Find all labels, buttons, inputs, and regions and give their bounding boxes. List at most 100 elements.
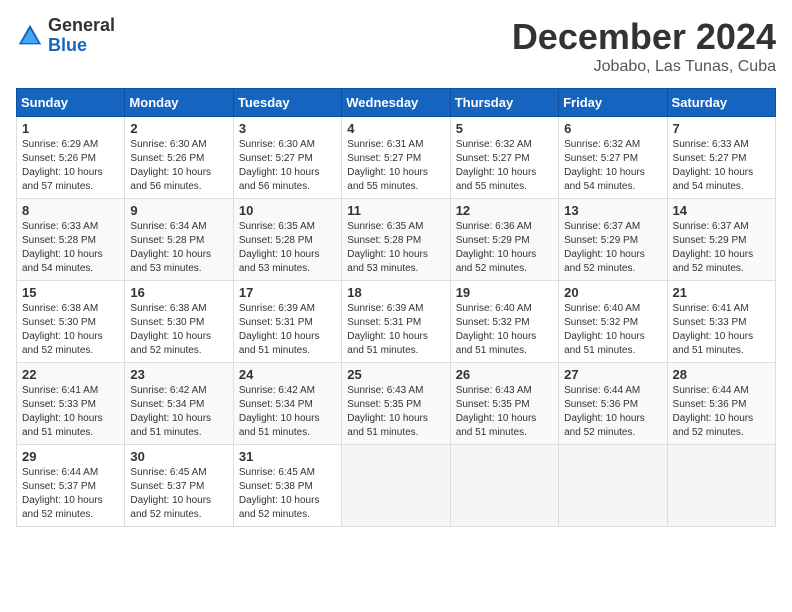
day-info: Sunrise: 6:39 AMSunset: 5:31 PMDaylight:… xyxy=(347,302,444,358)
logo: General Blue xyxy=(16,16,115,56)
calendar-cell xyxy=(450,445,558,527)
calendar-cell: 2Sunrise: 6:30 AMSunset: 5:26 PMDaylight… xyxy=(125,117,233,199)
calendar-cell: 7 Sunrise: 6:33 AMSunset: 5:27 PMDaylight… xyxy=(667,117,775,199)
day-number: 2 xyxy=(130,121,227,136)
day-number: 9 xyxy=(130,203,227,218)
calendar-cell: 20 Sunrise: 6:40 AMSunset: 5:32 PMDayligh… xyxy=(559,281,667,363)
logo-icon xyxy=(16,22,44,50)
calendar-cell: 11 Sunrise: 6:35 AMSunset: 5:28 PMDayligh… xyxy=(342,199,450,281)
calendar-cell: 9Sunrise: 6:34 AMSunset: 5:28 PMDaylight… xyxy=(125,199,233,281)
header-row: SundayMondayTuesdayWednesdayThursdayFrid… xyxy=(17,89,776,117)
day-info: Sunrise: 6:45 AMSunset: 5:38 PMDaylight:… xyxy=(239,466,336,522)
day-number: 17 xyxy=(239,285,336,300)
day-number: 13 xyxy=(564,203,661,218)
calendar-week-3: 15 Sunrise: 6:38 AMSunset: 5:30 PMDayligh… xyxy=(17,281,776,363)
day-number: 27 xyxy=(564,367,661,382)
day-info: Sunrise: 6:44 AMSunset: 5:36 PMDaylight:… xyxy=(673,384,770,440)
calendar-cell: 4 Sunrise: 6:31 AMSunset: 5:27 PMDaylight… xyxy=(342,117,450,199)
day-info: Sunrise: 6:43 AMSunset: 5:35 PMDaylight:… xyxy=(347,384,444,440)
logo-text: General Blue xyxy=(48,16,115,56)
header: General Blue December 2024 Jobabo, Las T… xyxy=(16,16,776,76)
day-header-monday: Monday xyxy=(125,89,233,117)
day-number: 11 xyxy=(347,203,444,218)
day-info: Sunrise: 6:32 AMSunset: 5:27 PMDaylight:… xyxy=(456,138,553,194)
calendar-week-5: 29Sunrise: 6:44 AMSunset: 5:37 PMDayligh… xyxy=(17,445,776,527)
calendar-cell: 25 Sunrise: 6:43 AMSunset: 5:35 PMDayligh… xyxy=(342,363,450,445)
day-number: 7 xyxy=(673,121,770,136)
day-info: Sunrise: 6:37 AMSunset: 5:29 PMDaylight:… xyxy=(564,220,661,276)
day-info: Sunrise: 6:33 AMSunset: 5:27 PMDaylight:… xyxy=(673,138,770,194)
calendar-table: SundayMondayTuesdayWednesdayThursdayFrid… xyxy=(16,88,776,527)
calendar-body: 1 Sunrise: 6:29 AMSunset: 5:26 PMDaylight… xyxy=(17,117,776,527)
calendar-cell: 15 Sunrise: 6:38 AMSunset: 5:30 PMDayligh… xyxy=(17,281,125,363)
calendar-cell: 6 Sunrise: 6:32 AMSunset: 5:27 PMDaylight… xyxy=(559,117,667,199)
logo-general-text: General xyxy=(48,16,115,36)
day-info: Sunrise: 6:35 AMSunset: 5:28 PMDaylight:… xyxy=(239,220,336,276)
day-info: Sunrise: 6:33 AMSunset: 5:28 PMDaylight:… xyxy=(22,220,119,276)
day-number: 20 xyxy=(564,285,661,300)
day-number: 26 xyxy=(456,367,553,382)
day-header-friday: Friday xyxy=(559,89,667,117)
day-number: 25 xyxy=(347,367,444,382)
calendar-cell: 28 Sunrise: 6:44 AMSunset: 5:36 PMDayligh… xyxy=(667,363,775,445)
day-info: Sunrise: 6:37 AMSunset: 5:29 PMDaylight:… xyxy=(673,220,770,276)
logo-blue-text: Blue xyxy=(48,36,115,56)
day-header-thursday: Thursday xyxy=(450,89,558,117)
day-info: Sunrise: 6:42 AMSunset: 5:34 PMDaylight:… xyxy=(130,384,227,440)
calendar-week-1: 1 Sunrise: 6:29 AMSunset: 5:26 PMDaylight… xyxy=(17,117,776,199)
day-info: Sunrise: 6:29 AMSunset: 5:26 PMDaylight:… xyxy=(22,138,119,194)
calendar-cell: 12 Sunrise: 6:36 AMSunset: 5:29 PMDayligh… xyxy=(450,199,558,281)
day-info: Sunrise: 6:39 AMSunset: 5:31 PMDaylight:… xyxy=(239,302,336,358)
day-number: 8 xyxy=(22,203,119,218)
calendar-cell: 10 Sunrise: 6:35 AMSunset: 5:28 PMDayligh… xyxy=(233,199,341,281)
day-info: Sunrise: 6:40 AMSunset: 5:32 PMDaylight:… xyxy=(564,302,661,358)
day-info: Sunrise: 6:38 AMSunset: 5:30 PMDaylight:… xyxy=(22,302,119,358)
calendar-cell: 18Sunrise: 6:39 AMSunset: 5:31 PMDayligh… xyxy=(342,281,450,363)
title-area: December 2024 Jobabo, Las Tunas, Cuba xyxy=(512,16,776,76)
day-number: 22 xyxy=(22,367,119,382)
day-info: Sunrise: 6:32 AMSunset: 5:27 PMDaylight:… xyxy=(564,138,661,194)
day-number: 16 xyxy=(130,285,227,300)
calendar-cell xyxy=(342,445,450,527)
day-number: 30 xyxy=(130,449,227,464)
day-number: 31 xyxy=(239,449,336,464)
day-info: Sunrise: 6:31 AMSunset: 5:27 PMDaylight:… xyxy=(347,138,444,194)
day-number: 6 xyxy=(564,121,661,136)
day-number: 12 xyxy=(456,203,553,218)
day-info: Sunrise: 6:41 AMSunset: 5:33 PMDaylight:… xyxy=(22,384,119,440)
day-number: 15 xyxy=(22,285,119,300)
day-number: 28 xyxy=(673,367,770,382)
calendar-cell: 17 Sunrise: 6:39 AMSunset: 5:31 PMDayligh… xyxy=(233,281,341,363)
day-number: 5 xyxy=(456,121,553,136)
calendar-cell: 24Sunrise: 6:42 AMSunset: 5:34 PMDayligh… xyxy=(233,363,341,445)
calendar-cell: 26 Sunrise: 6:43 AMSunset: 5:35 PMDayligh… xyxy=(450,363,558,445)
calendar-cell: 13 Sunrise: 6:37 AMSunset: 5:29 PMDayligh… xyxy=(559,199,667,281)
calendar-cell: 5 Sunrise: 6:32 AMSunset: 5:27 PMDaylight… xyxy=(450,117,558,199)
location-title: Jobabo, Las Tunas, Cuba xyxy=(512,58,776,76)
calendar-cell: 23 Sunrise: 6:42 AMSunset: 5:34 PMDayligh… xyxy=(125,363,233,445)
day-number: 23 xyxy=(130,367,227,382)
day-info: Sunrise: 6:36 AMSunset: 5:29 PMDaylight:… xyxy=(456,220,553,276)
day-header-saturday: Saturday xyxy=(667,89,775,117)
calendar-cell: 30Sunrise: 6:45 AMSunset: 5:37 PMDayligh… xyxy=(125,445,233,527)
day-info: Sunrise: 6:30 AMSunset: 5:27 PMDaylight:… xyxy=(239,138,336,194)
calendar-cell: 29Sunrise: 6:44 AMSunset: 5:37 PMDayligh… xyxy=(17,445,125,527)
day-number: 14 xyxy=(673,203,770,218)
calendar-cell: 3Sunrise: 6:30 AMSunset: 5:27 PMDaylight… xyxy=(233,117,341,199)
day-number: 1 xyxy=(22,121,119,136)
day-header-sunday: Sunday xyxy=(17,89,125,117)
day-number: 10 xyxy=(239,203,336,218)
day-number: 4 xyxy=(347,121,444,136)
day-info: Sunrise: 6:43 AMSunset: 5:35 PMDaylight:… xyxy=(456,384,553,440)
calendar-cell: 14 Sunrise: 6:37 AMSunset: 5:29 PMDayligh… xyxy=(667,199,775,281)
day-number: 19 xyxy=(456,285,553,300)
day-number: 21 xyxy=(673,285,770,300)
month-title: December 2024 xyxy=(512,16,776,58)
day-info: Sunrise: 6:41 AMSunset: 5:33 PMDaylight:… xyxy=(673,302,770,358)
calendar-cell: 19Sunrise: 6:40 AMSunset: 5:32 PMDayligh… xyxy=(450,281,558,363)
day-info: Sunrise: 6:35 AMSunset: 5:28 PMDaylight:… xyxy=(347,220,444,276)
calendar-cell: 1 Sunrise: 6:29 AMSunset: 5:26 PMDaylight… xyxy=(17,117,125,199)
calendar-cell: 27 Sunrise: 6:44 AMSunset: 5:36 PMDayligh… xyxy=(559,363,667,445)
day-info: Sunrise: 6:44 AMSunset: 5:36 PMDaylight:… xyxy=(564,384,661,440)
calendar-week-4: 22 Sunrise: 6:41 AMSunset: 5:33 PMDayligh… xyxy=(17,363,776,445)
